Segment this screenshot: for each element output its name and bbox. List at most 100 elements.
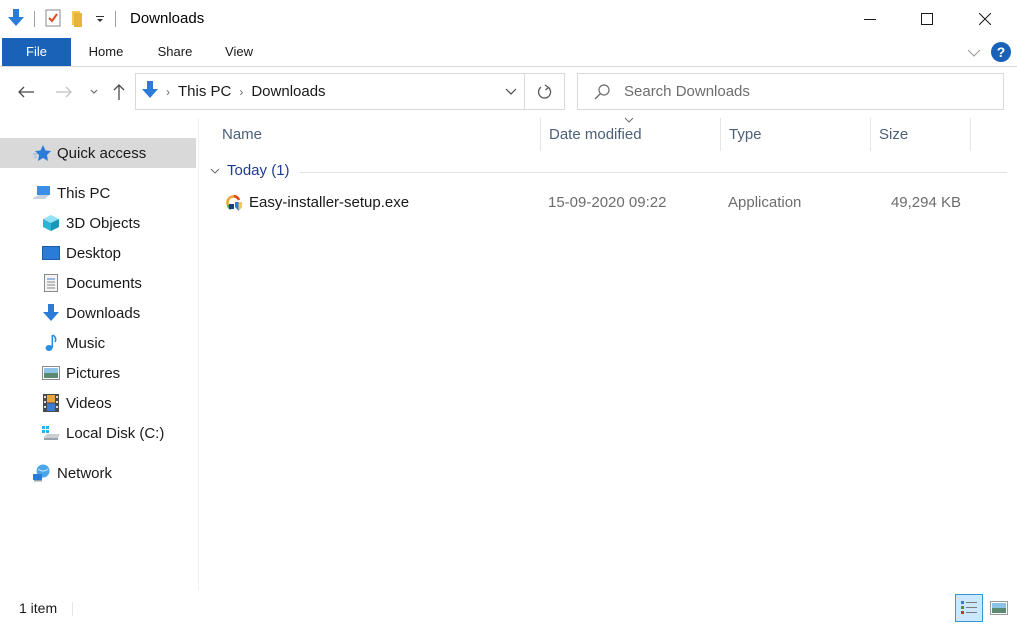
sidebar-item-desktop[interactable]: Desktop	[0, 238, 196, 268]
sidebar-item-documents[interactable]: Documents	[0, 268, 196, 298]
breadcrumb: › This PC › Downloads	[142, 74, 326, 109]
installer-icon	[225, 194, 243, 212]
tab-file[interactable]: File	[2, 38, 71, 66]
search-input[interactable]: Search Downloads	[624, 83, 750, 100]
breadcrumb-separator-icon[interactable]: ›	[166, 85, 170, 99]
sidebar-item-label: Local Disk (C:)	[66, 424, 165, 442]
file-name: Easy-installer-setup.exe	[249, 194, 410, 211]
sidebar-item-label: Quick access	[57, 144, 147, 162]
sidebar-item-music[interactable]: Music	[0, 328, 196, 358]
group-label: Today (1)	[227, 162, 290, 179]
file-size: 49,294 KB	[890, 194, 961, 211]
sidebar-item-label: Downloads	[66, 304, 141, 322]
chevron-down-icon	[210, 168, 220, 174]
breadcrumb-downloads[interactable]: Downloads	[251, 83, 325, 100]
close-button[interactable]	[956, 0, 1014, 38]
refresh-icon	[537, 83, 552, 99]
search-box[interactable]: Search Downloads	[577, 73, 1004, 110]
ribbon: File Home Share View ?	[0, 38, 1017, 67]
separator	[34, 11, 35, 27]
downloads-location-icon	[142, 80, 158, 103]
close-icon	[979, 13, 991, 25]
sidebar-item-label: Videos	[66, 394, 112, 412]
window-title: Downloads	[130, 10, 205, 27]
sidebar-item-label: Desktop	[66, 244, 122, 262]
maximize-icon	[921, 13, 933, 25]
large-icons-view-button[interactable]	[985, 594, 1013, 622]
sidebar-item-label: Documents	[66, 274, 142, 292]
new-folder-icon[interactable]	[71, 9, 85, 30]
chevron-down-icon	[967, 49, 981, 57]
arrow-left-icon	[18, 86, 34, 98]
address-history-dropdown[interactable]	[496, 74, 526, 109]
large-icons-view-icon	[990, 601, 1008, 615]
sidebar-item-pictures[interactable]: Pictures	[0, 358, 196, 388]
computer-icon	[33, 184, 51, 202]
minimize-button[interactable]	[841, 0, 899, 38]
drive-icon	[42, 424, 60, 442]
cube-icon	[42, 214, 60, 232]
column-header-date-modified[interactable]: Date modified	[541, 118, 721, 151]
title-bar: Downloads	[0, 0, 1017, 38]
chevron-down-icon	[90, 89, 98, 94]
group-divider	[300, 172, 1007, 173]
address-bar[interactable]: › This PC › Downloads	[135, 73, 565, 110]
tab-share[interactable]: Share	[146, 38, 204, 66]
sidebar-item-3d-objects[interactable]: 3D Objects	[0, 208, 196, 238]
star-icon	[33, 144, 51, 162]
breadcrumb-separator-icon[interactable]: ›	[239, 85, 243, 99]
customize-dropdown-icon[interactable]	[95, 11, 105, 27]
column-header-type[interactable]: Type	[721, 118, 871, 151]
minimize-icon	[864, 19, 876, 20]
search-icon	[594, 83, 610, 100]
document-icon	[42, 274, 60, 292]
picture-icon	[42, 364, 60, 382]
sidebar-item-label: Pictures	[66, 364, 121, 382]
tab-view[interactable]: View	[214, 38, 264, 66]
back-button[interactable]	[14, 80, 38, 104]
sidebar-item-downloads[interactable]: Downloads	[0, 298, 196, 328]
sidebar-item-videos[interactable]: Videos	[0, 388, 196, 418]
film-icon	[42, 394, 60, 412]
chevron-down-icon	[505, 88, 517, 95]
ribbon-controls: ?	[967, 42, 1011, 62]
sidebar-item-label: This PC	[57, 184, 111, 202]
arrow-right-icon	[56, 86, 72, 98]
details-view-button[interactable]	[955, 594, 983, 622]
maximize-button[interactable]	[898, 0, 956, 38]
navigation-pane: Quick access This PC 3D Objects Desktop …	[0, 118, 199, 590]
recent-locations-button[interactable]	[86, 80, 102, 104]
up-button[interactable]	[108, 80, 130, 104]
breadcrumb-this-pc[interactable]: This PC	[178, 83, 231, 100]
group-header-today[interactable]: Today (1)	[210, 162, 290, 179]
sidebar-item-network[interactable]: Network	[0, 458, 196, 488]
separator	[115, 11, 116, 27]
sidebar-item-this-pc[interactable]: This PC	[0, 178, 196, 208]
details-view-icon	[961, 601, 977, 614]
music-note-icon	[42, 334, 60, 352]
sidebar-item-label: Music	[66, 334, 106, 352]
file-date-modified: 15-09-2020 09:22	[548, 194, 667, 211]
file-row[interactable]: Easy-installer-setup.exe 15-09-2020 09:2…	[200, 190, 980, 216]
expand-ribbon-button[interactable]	[967, 44, 981, 60]
item-count: 1 item	[19, 600, 58, 616]
file-type: Application	[728, 194, 802, 211]
desktop-icon	[42, 244, 60, 262]
downloads-arrow-icon[interactable]	[8, 8, 24, 30]
file-list: Name Date modified Type Size Today (1) E…	[200, 117, 1017, 590]
refresh-button[interactable]	[524, 74, 565, 109]
help-button[interactable]: ?	[991, 42, 1011, 62]
properties-icon[interactable]	[45, 9, 61, 30]
quick-access-toolbar	[8, 8, 126, 30]
sidebar-item-label: 3D Objects	[66, 214, 141, 232]
column-header-size[interactable]: Size	[871, 118, 971, 151]
sidebar-item-local-disk[interactable]: Local Disk (C:)	[0, 418, 196, 448]
sidebar-item-quick-access[interactable]: Quick access	[0, 138, 196, 168]
download-icon	[42, 304, 60, 322]
arrow-up-icon	[113, 84, 125, 100]
network-icon	[33, 464, 51, 482]
forward-button[interactable]	[52, 80, 76, 104]
tab-home[interactable]: Home	[76, 38, 136, 66]
status-divider	[72, 602, 73, 616]
column-header-name[interactable]: Name	[214, 118, 541, 151]
